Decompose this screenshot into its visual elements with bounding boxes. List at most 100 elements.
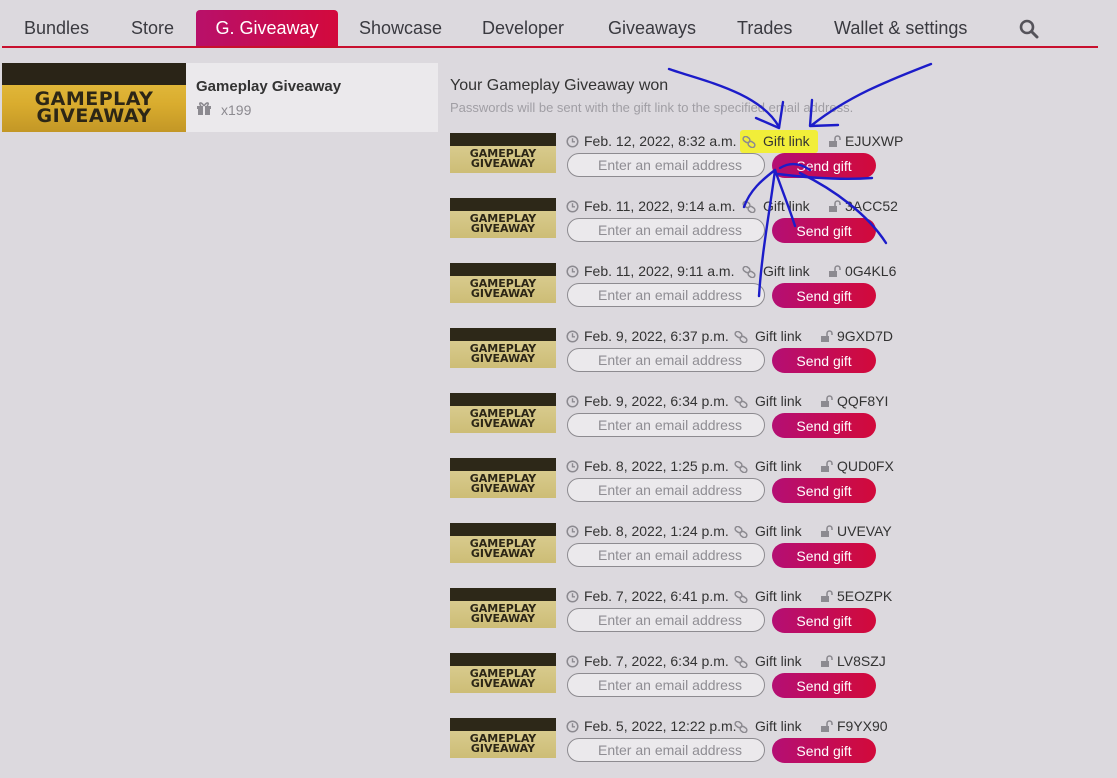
product-count: x199 — [221, 102, 252, 118]
gift-password: 0G4KL6 — [845, 263, 897, 279]
gift-date: Feb. 7, 2022, 6:41 p.m. — [584, 588, 729, 604]
link-icon — [742, 266, 756, 278]
send-gift-button[interactable]: Send gift — [772, 348, 876, 373]
link-icon — [734, 591, 748, 603]
nav-showcase[interactable]: Showcase — [359, 10, 442, 46]
thumbnail-line-2: GIVEAWAY — [470, 287, 536, 300]
email-input[interactable] — [567, 153, 765, 177]
unlock-icon — [821, 720, 833, 732]
product-title[interactable]: Gameplay Giveaway — [196, 78, 341, 95]
email-input[interactable] — [567, 673, 765, 697]
thumbnail-text: GAMEPLAY GIVEAWAY — [450, 733, 556, 754]
product-card[interactable]: GAMEPLAY GIVEAWAY Gameplay Giveaway x199 — [2, 63, 438, 132]
gift-link[interactable]: Gift link — [755, 328, 802, 344]
email-input[interactable] — [567, 478, 765, 502]
clock-icon — [566, 200, 579, 213]
nav-g-giveaway[interactable]: G. Giveaway — [196, 10, 338, 46]
gameplay-giveaway-thumbnail: GAMEPLAY GIVEAWAY — [450, 523, 556, 563]
gift-password: F9YX90 — [837, 718, 888, 734]
send-gift-button[interactable]: Send gift — [772, 543, 876, 568]
email-input[interactable] — [567, 608, 765, 632]
gift-link[interactable]: Gift link — [755, 393, 802, 409]
link-icon — [742, 136, 756, 148]
thumbnail-text: GAMEPLAY GIVEAWAY — [450, 343, 556, 365]
gift-link[interactable]: Gift link — [755, 458, 802, 474]
banner-line-2: GIVEAWAY — [36, 105, 152, 127]
send-gift-button[interactable]: Send gift — [772, 478, 876, 503]
gift-date: Feb. 8, 2022, 1:25 p.m. — [584, 458, 729, 474]
gift-date: Feb. 8, 2022, 1:24 p.m. — [584, 523, 729, 539]
nav-bundles[interactable]: Bundles — [24, 10, 89, 46]
gift-link[interactable]: Gift link — [763, 263, 810, 279]
thumbnail-line-2: GIVEAWAY — [470, 352, 536, 365]
search-icon[interactable] — [1019, 19, 1039, 39]
send-gift-button[interactable]: Send gift — [772, 153, 876, 178]
email-input[interactable] — [567, 218, 765, 242]
gameplay-giveaway-thumbnail: GAMEPLAY GIVEAWAY — [450, 198, 556, 238]
gameplay-giveaway-thumbnail: GAMEPLAY GIVEAWAY — [450, 133, 556, 173]
email-input[interactable] — [567, 348, 765, 372]
clock-icon — [566, 590, 579, 603]
gift-link[interactable]: Gift link — [763, 198, 810, 214]
unlock-icon — [821, 460, 833, 472]
gift-row: GAMEPLAY GIVEAWAY Feb. 12, 2022, 8:32 a.… — [450, 133, 910, 193]
thumbnail-ornament — [450, 328, 556, 341]
email-input[interactable] — [567, 738, 765, 762]
clock-icon — [566, 460, 579, 473]
nav-giveaways[interactable]: Giveaways — [608, 10, 696, 46]
send-gift-button[interactable]: Send gift — [772, 738, 876, 763]
gameplay-giveaway-thumbnail: GAMEPLAY GIVEAWAY — [450, 588, 556, 628]
gift-row: GAMEPLAY GIVEAWAY Feb. 5, 2022, 12:22 p.… — [450, 718, 910, 778]
unlock-icon — [821, 590, 833, 602]
gift-icon — [197, 102, 211, 115]
email-input[interactable] — [567, 413, 765, 437]
unlock-icon — [821, 525, 833, 537]
thumbnail-ornament — [450, 263, 556, 276]
gameplay-giveaway-thumbnail: GAMEPLAY GIVEAWAY — [450, 263, 556, 303]
clock-icon — [566, 655, 579, 668]
thumbnail-line-2: GIVEAWAY — [470, 157, 536, 170]
gift-link[interactable]: Gift link — [755, 523, 802, 539]
banner-text: GAMEPLAY GIVEAWAY — [2, 90, 186, 127]
gift-password: 5EOZPK — [837, 588, 893, 604]
send-gift-button[interactable]: Send gift — [772, 283, 876, 308]
thumbnail-text: GAMEPLAY GIVEAWAY — [450, 408, 556, 429]
gift-password: 3ACC52 — [845, 198, 898, 214]
email-input[interactable] — [567, 543, 765, 567]
thumbnail-text: GAMEPLAY GIVEAWAY — [450, 278, 556, 300]
thumbnail-text: GAMEPLAY GIVEAWAY — [450, 148, 556, 170]
gift-date: Feb. 11, 2022, 9:11 a.m. — [584, 263, 735, 279]
gift-date: Feb. 5, 2022, 12:22 p.m. — [584, 718, 737, 734]
nav-developer[interactable]: Developer — [482, 10, 564, 46]
thumbnail-line-2: GIVEAWAY — [470, 547, 536, 560]
gift-row: GAMEPLAY GIVEAWAY Feb. 8, 2022, 1:24 p.m… — [450, 523, 910, 583]
gift-password: LV8SZJ — [837, 653, 886, 669]
send-gift-button[interactable]: Send gift — [772, 608, 876, 633]
nav-wallet-settings[interactable]: Wallet & settings — [834, 10, 967, 46]
send-gift-button[interactable]: Send gift — [772, 218, 876, 243]
top-nav: Bundles Store G. Giveaway Showcase Devel… — [2, 10, 1098, 48]
send-gift-button[interactable]: Send gift — [772, 413, 876, 438]
clock-icon — [566, 265, 579, 278]
thumbnail-ornament — [450, 718, 556, 731]
gift-link[interactable]: Gift link — [755, 718, 802, 734]
gift-date: Feb. 9, 2022, 6:37 p.m. — [584, 328, 729, 344]
gameplay-giveaway-thumbnail: GAMEPLAY GIVEAWAY — [450, 718, 556, 758]
thumbnail-ornament — [450, 133, 556, 146]
gift-link[interactable]: Gift link — [755, 653, 802, 669]
send-gift-button[interactable]: Send gift — [772, 673, 876, 698]
gift-link[interactable]: Gift link — [763, 133, 810, 149]
gift-date: Feb. 12, 2022, 8:32 a.m. — [584, 133, 737, 149]
gift-password: EJUXWP — [845, 133, 904, 149]
nav-store[interactable]: Store — [131, 10, 174, 46]
clock-icon — [566, 720, 579, 733]
unlock-icon — [821, 395, 833, 407]
gift-link[interactable]: Gift link — [755, 588, 802, 604]
email-input[interactable] — [567, 283, 765, 307]
gift-date: Feb. 7, 2022, 6:34 p.m. — [584, 653, 729, 669]
clock-icon — [566, 525, 579, 538]
nav-trades[interactable]: Trades — [737, 10, 792, 46]
unlock-icon — [829, 200, 841, 212]
gift-password: QUD0FX — [837, 458, 894, 474]
won-title: Your Gameplay Giveaway won — [450, 77, 669, 94]
